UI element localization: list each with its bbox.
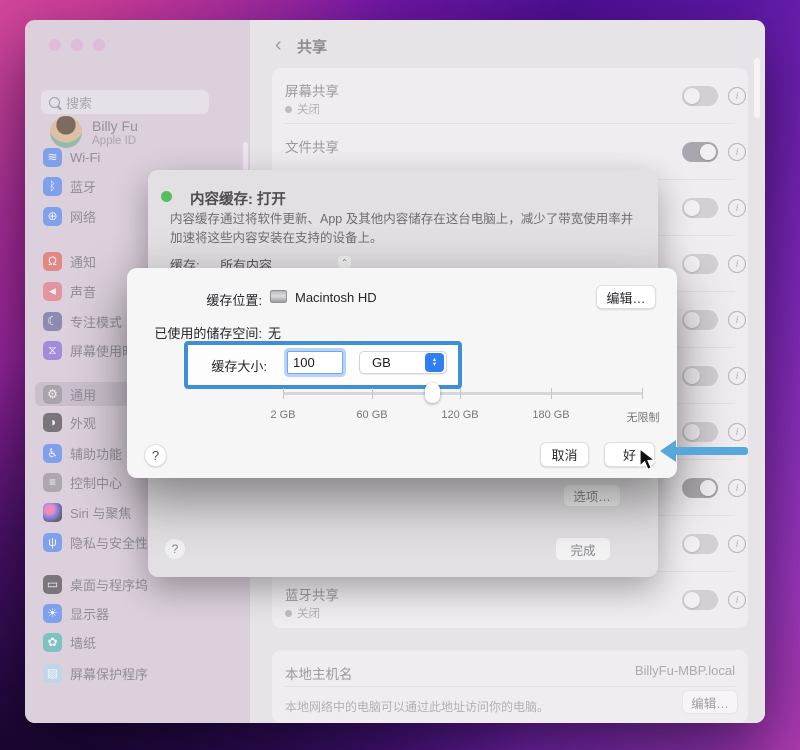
search-input[interactable]: 搜索 <box>41 90 209 114</box>
page-title: 共享 <box>297 36 327 57</box>
toggle[interactable] <box>682 534 718 554</box>
search-icon <box>49 97 60 108</box>
info-icon[interactable]: i <box>728 87 746 105</box>
hostname-label: 本地主机名 <box>285 663 353 683</box>
tick-label: 2 GB <box>253 409 313 421</box>
slider-thumb[interactable] <box>425 383 440 403</box>
dock-icon: ▭ <box>43 575 62 594</box>
toggle[interactable] <box>682 198 718 218</box>
dialog-help-button[interactable]: ? <box>144 444 167 467</box>
cache-size-slider[interactable] <box>283 392 643 395</box>
hostname-card: 本地主机名 BillyFu-MBP.local 本地网络中的电脑可以通过此地址访… <box>272 650 748 723</box>
toggle[interactable] <box>682 254 718 274</box>
info-icon[interactable]: i <box>728 311 746 329</box>
info-icon[interactable]: i <box>728 423 746 441</box>
screen-sharing-toggle[interactable] <box>682 86 718 106</box>
flower-icon: ✿ <box>43 633 62 652</box>
status-dot <box>285 106 292 113</box>
minimize-window-icon[interactable] <box>71 39 83 51</box>
unit-select[interactable]: GB ▴▾ <box>359 351 447 374</box>
gear-icon: ⚙ <box>43 385 62 404</box>
bluetooth-sharing-toggle[interactable] <box>682 590 718 610</box>
moon-icon: ☾ <box>43 312 62 331</box>
info-icon[interactable]: i <box>728 143 746 161</box>
main-scrollbar[interactable] <box>754 58 760 118</box>
tick-label: 无限制 <box>613 409 673 425</box>
sidebar-item-wallpaper[interactable]: ✿ 墙纸 <box>35 630 235 654</box>
info-icon[interactable]: i <box>728 199 746 217</box>
cache-size-input[interactable] <box>287 351 343 374</box>
close-window-icon[interactable] <box>49 39 61 51</box>
popup-chevron-icon[interactable]: ⌃ <box>338 256 351 268</box>
toggle[interactable] <box>682 366 718 386</box>
cancel-button[interactable]: 取消 <box>540 442 589 467</box>
hostname-value: BillyFu-MBP.local <box>635 663 735 678</box>
wifi-icon: ≋ <box>43 148 62 167</box>
sheet-help-button[interactable]: ? <box>164 538 186 560</box>
info-icon[interactable]: i <box>728 535 746 553</box>
screensaver-icon: ▨ <box>43 664 62 683</box>
info-icon[interactable]: i <box>728 367 746 385</box>
back-chevron-icon[interactable]: ‹ <box>275 34 282 57</box>
sidebar-item-displays[interactable]: ☀ 显示器 <box>35 601 235 625</box>
disk-icon <box>270 290 287 303</box>
hostname-edit-button[interactable]: 编辑… <box>682 690 738 714</box>
sheet-description: 内容缓存通过将软件更新、App 及其他内容储存在这台电脑上，减少了带宽使用率并加… <box>170 210 638 248</box>
speaker-icon: ◀ <box>43 282 62 301</box>
status-green-dot <box>161 191 172 202</box>
edit-location-button[interactable]: 编辑… <box>596 285 656 309</box>
cache-size-label: 缓存大小: <box>117 356 267 375</box>
tick-label: 120 GB <box>430 409 490 421</box>
mouse-cursor-icon <box>639 448 657 477</box>
globe-icon: ⊕ <box>43 207 62 226</box>
accessibility-icon: ♿ <box>43 444 62 463</box>
zoom-window-icon[interactable] <box>93 39 105 51</box>
appearance-icon: ◑ <box>43 413 62 432</box>
tick-label: 180 GB <box>521 409 581 421</box>
hostname-description: 本地网络中的电脑可以通过此地址访问你的电脑。 <box>285 698 549 715</box>
info-icon[interactable]: i <box>728 255 746 273</box>
display-brightness-icon: ☀ <box>43 604 62 623</box>
row-screen-sharing: 屏幕共享 关闭 i <box>272 68 748 124</box>
bluetooth-icon: ᛒ <box>43 177 62 196</box>
cache-size-dialog: 缓存位置: Macintosh HD 编辑… 已使用的储存空间: 无 缓存大小:… <box>127 268 677 478</box>
control-center-icon: ≡ <box>43 473 62 492</box>
stepper-chevrons-icon: ▴▾ <box>425 353 444 372</box>
sidebar-item-wifi[interactable]: ≋ Wi-Fi <box>35 145 235 169</box>
content-caching-toggle[interactable] <box>682 478 718 498</box>
sheet-title: 内容缓存: 打开 <box>190 188 286 209</box>
cache-location-value: Macintosh HD <box>295 290 377 305</box>
siri-icon <box>43 503 62 522</box>
info-icon[interactable]: i <box>728 591 746 609</box>
cache-location-label: 缓存位置: <box>112 290 262 309</box>
toggle[interactable] <box>682 422 718 442</box>
done-button[interactable]: 完成 <box>555 537 611 561</box>
sidebar-item-screen-saver[interactable]: ▨ 屏幕保护程序 <box>35 661 235 685</box>
avatar[interactable] <box>50 116 82 148</box>
hand-icon: ψ <box>43 533 62 552</box>
bell-icon: Ω <box>43 252 62 271</box>
toggle[interactable] <box>682 310 718 330</box>
hourglass-icon: ⧖ <box>43 341 62 360</box>
used-storage-label: 已使用的储存空间: <box>112 323 262 342</box>
row-bluetooth-sharing: 蓝牙共享 关闭 i <box>272 572 748 628</box>
account-name[interactable]: Billy Fu <box>92 118 138 134</box>
options-button[interactable]: 选项… <box>563 484 621 507</box>
used-storage-value: 无 <box>268 323 281 342</box>
divider <box>285 686 735 687</box>
file-sharing-toggle[interactable] <box>682 142 718 162</box>
tick-label: 60 GB <box>342 409 402 421</box>
unit-value: GB <box>360 355 425 370</box>
search-placeholder: 搜索 <box>66 93 92 112</box>
status-dot <box>285 610 292 617</box>
info-icon[interactable]: i <box>728 479 746 497</box>
annotation-arrow <box>660 440 748 462</box>
